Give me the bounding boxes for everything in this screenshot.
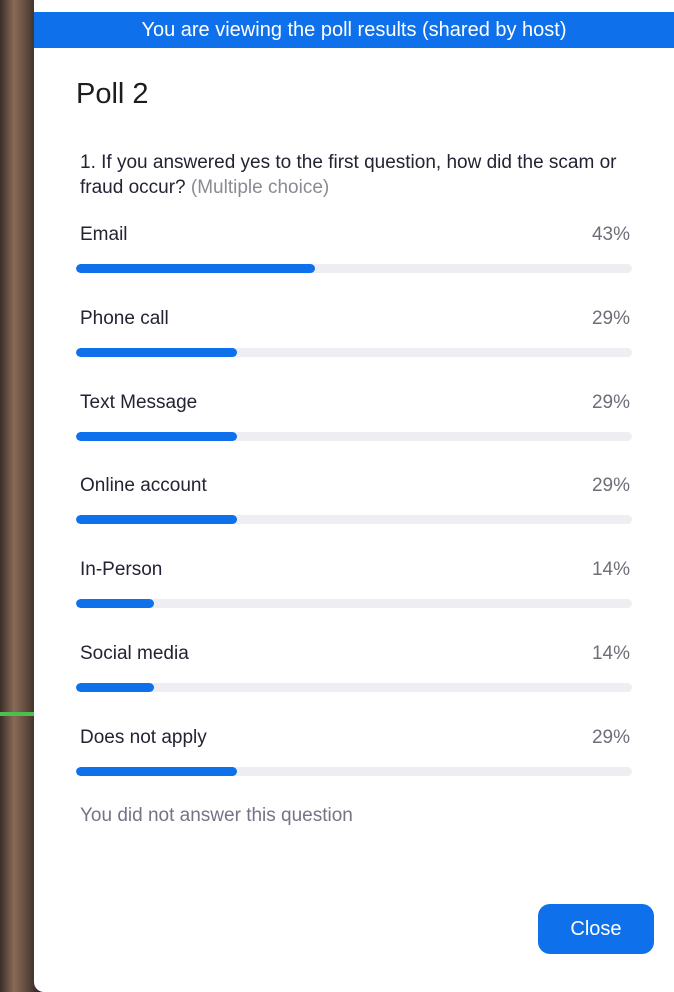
poll-option-in-person: In-Person 14% bbox=[76, 559, 632, 619]
option-percent: 29% bbox=[591, 392, 630, 413]
result-bar-fill bbox=[76, 348, 238, 357]
result-bar-fill bbox=[76, 515, 238, 524]
shared-results-banner: You are viewing the poll results (shared… bbox=[34, 12, 674, 48]
option-percent: 14% bbox=[591, 643, 630, 664]
result-bar-track bbox=[76, 767, 632, 776]
poll-option-online-account: Online account 29% bbox=[76, 475, 632, 535]
poll-option-phone-call: Phone call 29% bbox=[76, 308, 632, 368]
option-label: Email bbox=[80, 224, 128, 245]
result-bar-fill bbox=[76, 767, 238, 776]
question-text: 1. If you answered yes to the first ques… bbox=[80, 152, 617, 198]
poll-option-email: Email 43% bbox=[76, 224, 632, 284]
poll-results-panel: You are viewing the poll results (shared… bbox=[34, 0, 674, 992]
option-label: Does not apply bbox=[80, 727, 207, 748]
option-label: Social media bbox=[80, 643, 189, 664]
option-percent: 43% bbox=[591, 224, 630, 245]
poll-option-social-media: Social media 14% bbox=[76, 643, 632, 703]
result-bar-fill bbox=[76, 432, 238, 441]
poll-question: 1. If you answered yes to the first ques… bbox=[80, 150, 640, 200]
option-label: Phone call bbox=[80, 308, 169, 329]
option-percent: 29% bbox=[591, 475, 630, 496]
answer-status: You did not answer this question bbox=[80, 805, 353, 826]
result-bar-track bbox=[76, 599, 632, 608]
option-label: Text Message bbox=[80, 392, 198, 413]
option-label: In-Person bbox=[80, 559, 163, 580]
result-bar-fill bbox=[76, 683, 154, 692]
option-percent: 29% bbox=[591, 727, 630, 748]
poll-option-does-not-apply: Does not apply 29% bbox=[76, 727, 632, 787]
result-bar-track bbox=[76, 683, 632, 692]
option-percent: 14% bbox=[591, 559, 630, 580]
option-label: Online account bbox=[80, 475, 207, 496]
result-bar-fill bbox=[76, 599, 154, 608]
question-type: (Multiple choice) bbox=[190, 177, 330, 198]
result-bar-track bbox=[76, 432, 632, 441]
result-bar-track bbox=[76, 348, 632, 357]
close-button[interactable]: Close bbox=[538, 904, 654, 954]
poll-title: Poll 2 bbox=[76, 78, 149, 110]
result-bar-track bbox=[76, 264, 632, 273]
result-bar-fill bbox=[76, 264, 316, 273]
result-bar-track bbox=[76, 515, 632, 524]
poll-option-text-message: Text Message 29% bbox=[76, 392, 632, 452]
option-percent: 29% bbox=[591, 308, 630, 329]
